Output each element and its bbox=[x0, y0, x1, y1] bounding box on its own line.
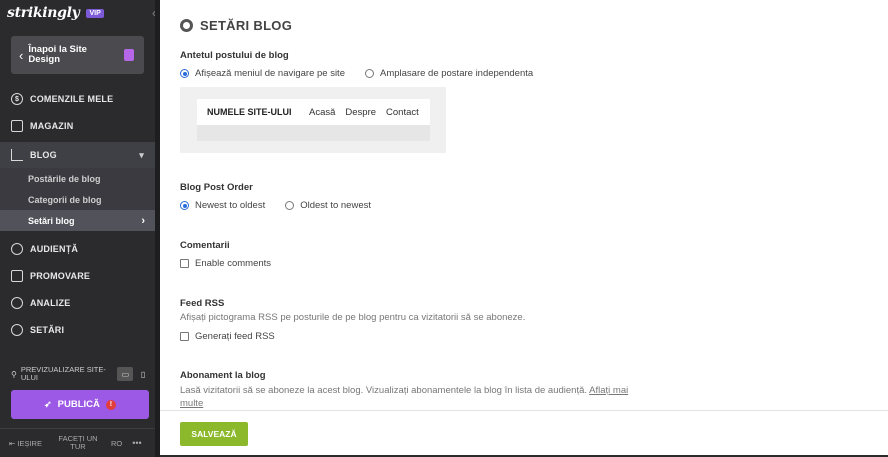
nav-promotion-label: PROMOVARE bbox=[30, 271, 91, 281]
preview-content-area bbox=[197, 125, 430, 141]
subscription-description-text: Lasă vizitatorii să se aboneze la acest … bbox=[180, 385, 588, 396]
rocket-icon: ➶ bbox=[44, 399, 52, 409]
nav-orders-label: COMENZILE MELE bbox=[30, 94, 114, 104]
logo[interactable]: strikingly bbox=[7, 5, 80, 21]
preview-link-about: Despre bbox=[345, 106, 377, 118]
nav-audience-label: AUDIENȚĂ bbox=[30, 244, 79, 254]
sub-blog-settings-label: Setări blog bbox=[28, 215, 75, 226]
rss-description: Afișați pictograma RSS pe posturile de p… bbox=[180, 312, 526, 323]
preview-navbar: NUMELE SITE-ULUI Acasă Despre Contact bbox=[197, 99, 430, 125]
vip-badge: VIP bbox=[86, 8, 104, 18]
save-bar: SALVEAZĂ bbox=[160, 410, 888, 457]
nav-audience[interactable]: AUDIENȚĂ bbox=[0, 236, 156, 262]
sidebar-footer: ⇤ IEȘIRE FACEȚI UN TUR RO ••• bbox=[0, 428, 160, 457]
subscription-description: Lasă vizitatorii să se aboneze la acest … bbox=[180, 384, 650, 410]
radio-oldest[interactable]: Oldest to newest bbox=[285, 200, 371, 211]
publish-button[interactable]: ➶ PUBLICĂ ! bbox=[11, 390, 149, 419]
radio-unselected[interactable] bbox=[364, 69, 374, 78]
nav-settings[interactable]: SETĂRI bbox=[0, 317, 156, 343]
rss-section-label: Feed RSS bbox=[180, 298, 225, 309]
pie-chart-icon bbox=[11, 297, 23, 309]
enable-comments-label: Enable comments bbox=[195, 258, 272, 269]
mobile-preview-icon[interactable]: ▯ bbox=[135, 367, 151, 381]
radio-selected[interactable] bbox=[180, 69, 189, 78]
enable-comments-row[interactable]: Enable comments bbox=[180, 258, 271, 269]
people-icon bbox=[11, 243, 23, 255]
radio-unselected[interactable] bbox=[285, 201, 295, 210]
radio-oldest-label: Oldest to newest bbox=[300, 200, 371, 211]
header-options: Afișează meniul de navigare pe site Ampl… bbox=[180, 68, 553, 79]
nav-settings-label: SETĂRI bbox=[30, 325, 65, 335]
sub-blog-posts[interactable]: Postările de blog bbox=[0, 168, 156, 189]
page-title: SETĂRI BLOG bbox=[200, 18, 293, 33]
nav-analytics-label: ANALIZE bbox=[30, 298, 71, 308]
sub-blog-settings[interactable]: Setări blog › bbox=[0, 210, 156, 231]
desktop-preview-icon[interactable]: ▭ bbox=[117, 367, 134, 381]
radio-newest-label: Newest to oldest bbox=[195, 200, 266, 211]
language-selector[interactable]: RO bbox=[111, 439, 122, 448]
save-button[interactable]: SALVEAZĂ bbox=[180, 422, 248, 446]
take-tour-button[interactable]: FACEȚI UN TUR bbox=[53, 435, 103, 451]
chevron-left-icon: ‹ bbox=[19, 47, 24, 63]
back-to-site-design-button[interactable]: ‹ Înapoi la Site Design bbox=[11, 36, 144, 74]
generate-rss-row[interactable]: Generați feed RSS bbox=[180, 331, 275, 342]
order-section-label: Blog Post Order bbox=[180, 182, 253, 193]
nav-store-label: MAGAZIN bbox=[30, 121, 74, 131]
dollar-icon: $ bbox=[11, 93, 23, 105]
alert-icon: ! bbox=[105, 399, 116, 410]
nav-blog[interactable]: BLOG ▾ bbox=[0, 142, 156, 168]
chevron-right-icon: › bbox=[141, 214, 145, 227]
main-panel: SETĂRI BLOG Antetul postului de blog Afi… bbox=[160, 0, 888, 457]
radio-option-nav-label: Afișează meniul de navigare pe site bbox=[195, 68, 345, 79]
publish-label: PUBLICĂ bbox=[57, 399, 100, 410]
chevron-down-icon: ▾ bbox=[139, 149, 144, 160]
gear-icon bbox=[11, 324, 23, 336]
site-preview-row: ⚲ PREVIZUALIZARE SITE-ULUI ▭ ▯ bbox=[11, 366, 151, 382]
sub-blog-categories[interactable]: Categorii de blog bbox=[0, 189, 156, 210]
nav-store[interactable]: MAGAZIN bbox=[0, 113, 156, 139]
logo-row: strikingly VIP ‹ bbox=[0, 0, 160, 26]
site-design-icon bbox=[124, 49, 134, 61]
order-options: Newest to oldest Oldest to newest bbox=[180, 200, 391, 211]
sub-blog-categories-label: Categorii de blog bbox=[28, 194, 102, 205]
radio-option-nav[interactable]: Afișează meniul de navigare pe site bbox=[180, 68, 345, 79]
exit-label: IEȘIRE bbox=[17, 438, 42, 448]
nav-promotion[interactable]: PROMOVARE bbox=[0, 263, 156, 289]
nav-orders[interactable]: $ COMENZILE MELE bbox=[0, 86, 156, 112]
header-preview: NUMELE SITE-ULUI Acasă Despre Contact bbox=[180, 87, 446, 153]
header-section-label: Antetul postului de blog bbox=[180, 50, 289, 61]
megaphone-icon bbox=[11, 270, 23, 282]
back-button-label: Înapoi la Site Design bbox=[28, 44, 87, 65]
sub-blog-posts-label: Postările de blog bbox=[28, 173, 101, 184]
page-title-row: SETĂRI BLOG bbox=[180, 18, 292, 33]
radio-selected[interactable] bbox=[180, 201, 189, 210]
exit-button[interactable]: ⇤ IEȘIRE bbox=[9, 439, 53, 448]
generate-rss-checkbox[interactable] bbox=[180, 332, 189, 341]
radio-option-standalone[interactable]: Amplasare de postare independenta bbox=[364, 68, 534, 79]
enable-comments-checkbox[interactable] bbox=[180, 259, 189, 268]
preview-label: PREVIZUALIZARE SITE-ULUI bbox=[20, 365, 106, 382]
nav-blog-label: BLOG bbox=[30, 150, 57, 160]
search-icon: ⚲ bbox=[11, 369, 17, 379]
radio-option-standalone-label: Amplasare de postare independenta bbox=[379, 68, 534, 79]
more-options-icon[interactable]: ••• bbox=[132, 438, 141, 448]
comments-section-label: Comentarii bbox=[180, 240, 230, 251]
pen-icon bbox=[11, 149, 23, 161]
preview-link-contact: Contact bbox=[386, 106, 419, 118]
generate-rss-label: Generați feed RSS bbox=[195, 331, 275, 342]
store-icon bbox=[11, 120, 23, 132]
subscription-section-label: Abonament la blog bbox=[180, 370, 266, 381]
preview-link-home: Acasă bbox=[309, 106, 336, 118]
radio-newest[interactable]: Newest to oldest bbox=[180, 200, 265, 211]
sidebar: strikingly VIP ‹ ‹ Înapoi la Site Design… bbox=[0, 0, 160, 457]
preview-site-name: NUMELE SITE-ULUI bbox=[207, 106, 292, 117]
nav-analytics[interactable]: ANALIZE bbox=[0, 290, 156, 316]
gear-icon bbox=[180, 19, 193, 32]
